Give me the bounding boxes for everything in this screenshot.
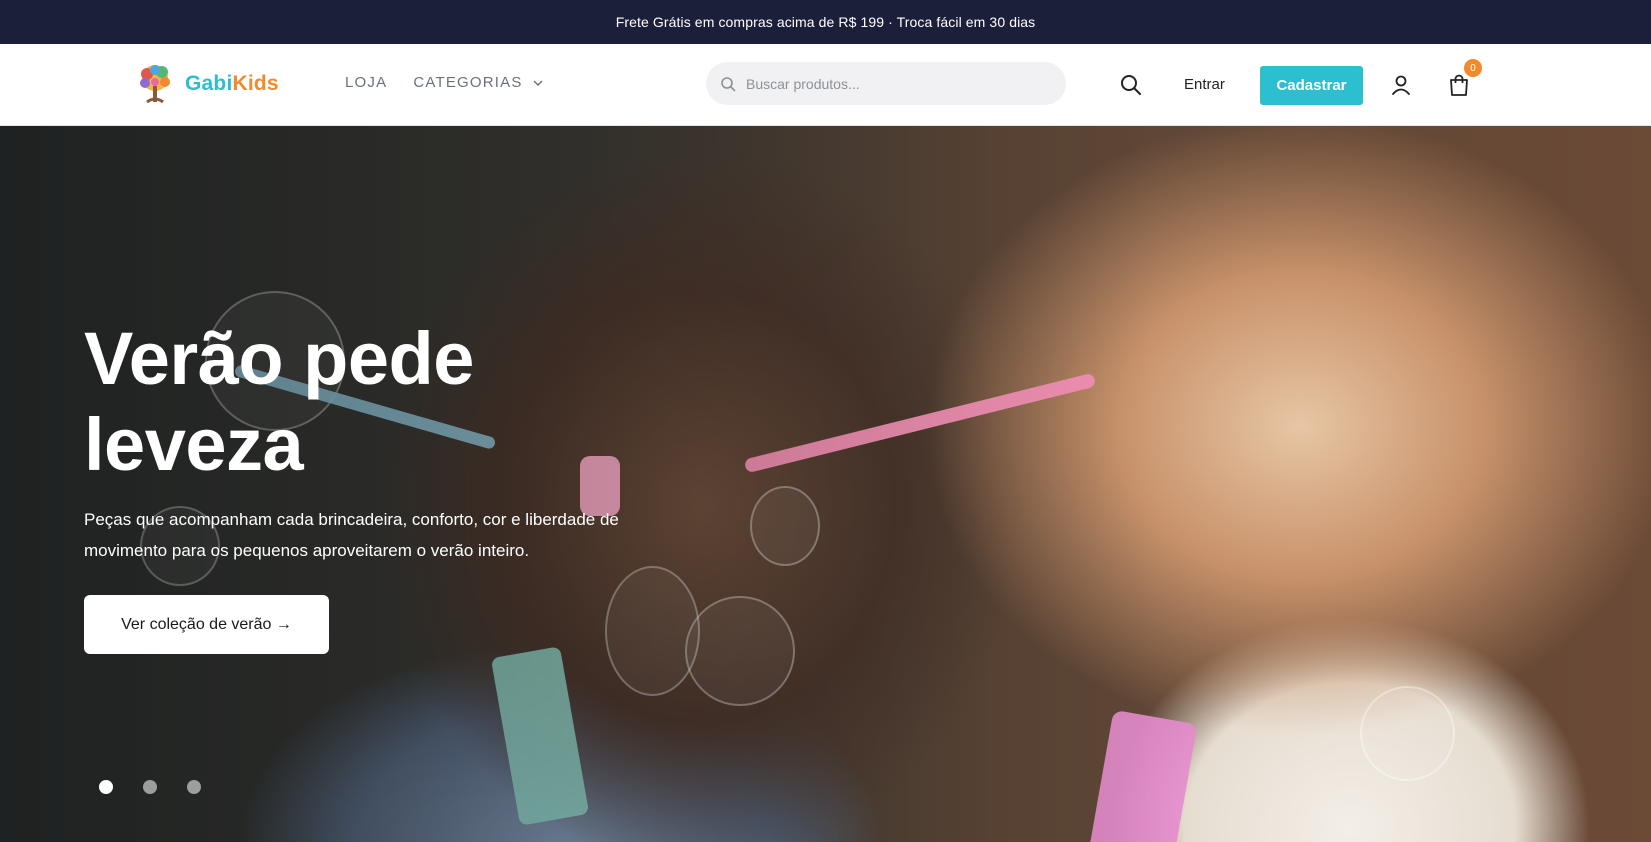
hero-title-line1: Verão pede	[84, 317, 474, 400]
announcement-bar: Frete Grátis em compras acima de R$ 199 …	[0, 0, 1651, 44]
summer-collection-button[interactable]: Ver coleção de verão →	[84, 595, 329, 654]
user-icon[interactable]	[1388, 72, 1414, 98]
brand-name-part2: Kids	[232, 72, 279, 95]
cart-count-badge: 0	[1464, 59, 1482, 77]
hero-title-line2: leveza	[84, 403, 304, 486]
main-nav: LOJA CATEGORIAS	[345, 74, 543, 91]
brand-name-part1: Gabi	[185, 72, 233, 95]
site-header: GabiKids LOJA CATEGORIAS Entrar Cadastra…	[0, 44, 1651, 126]
search-icon	[721, 76, 736, 91]
nav-item-label: LOJA	[345, 74, 388, 91]
search-icon[interactable]	[1118, 72, 1144, 98]
carousel-dots	[99, 780, 201, 794]
signup-button[interactable]: Cadastrar	[1260, 66, 1363, 105]
nav-item-label: CATEGORIAS	[413, 74, 523, 91]
chevron-down-icon	[533, 80, 542, 86]
search-bar[interactable]	[706, 62, 1066, 105]
carousel-dot-2[interactable]	[143, 780, 157, 794]
nav-item-loja[interactable]: LOJA	[345, 74, 387, 91]
nav-item-categorias[interactable]: CATEGORIAS	[413, 74, 542, 91]
carousel-dot-3[interactable]	[187, 780, 201, 794]
hero-title: Verão pede leveza	[84, 316, 644, 488]
tree-logo-icon	[133, 62, 177, 106]
carousel-dot-1[interactable]	[99, 780, 113, 794]
login-link[interactable]: Entrar	[1184, 76, 1225, 93]
brand-name: GabiKids	[185, 72, 279, 96]
hero-banner: Verão pede leveza Peças que acompanham c…	[0, 126, 1651, 842]
brand-logo[interactable]: GabiKids	[133, 62, 279, 106]
hero-subtitle: Peças que acompanham cada brincadeira, c…	[84, 510, 619, 560]
announcement-text: Frete Grátis em compras acima de R$ 199 …	[615, 14, 1036, 30]
search-input[interactable]	[746, 75, 1046, 92]
